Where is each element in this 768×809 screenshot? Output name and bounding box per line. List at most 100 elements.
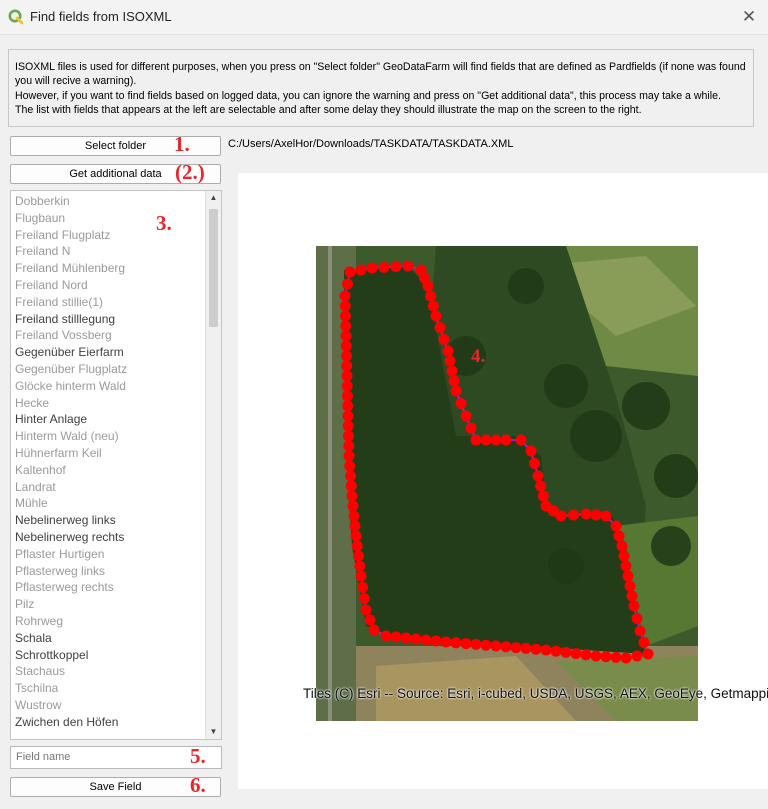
boundary-point [345,470,356,482]
field-list-item[interactable]: Flugbaun [11,210,206,227]
boundary-point [442,345,454,357]
field-list-item[interactable]: Freiland Vossberg [11,327,206,344]
boundary-point [628,600,640,612]
boundary-point [346,490,358,502]
qgis-logo-icon [8,9,24,25]
boundary-point [624,580,636,592]
field-list-item[interactable]: Gegenüber Flugplatz [11,361,206,378]
boundary-point [364,614,376,626]
boundary-point [342,420,354,432]
boundary-point [590,509,602,521]
field-list[interactable]: Dobberkin Flugbaun Freiland Flugplatz Freil… [10,190,222,740]
field-list-item[interactable]: Schala [11,630,206,647]
boundary-point [444,355,456,367]
boundary-point [342,410,354,422]
field-list-item[interactable]: Freiland stilllegung [11,311,206,328]
field-list-item[interactable]: Dobberkin [11,193,206,210]
boundary-point [341,380,353,392]
boundary-point [525,445,537,457]
field-list-item[interactable]: Nebelinerweg rechts [11,529,206,546]
boundary-point [626,590,638,602]
boundary-point [500,641,512,653]
boundary-point [342,278,353,290]
boundary-point [355,570,367,582]
field-list-item[interactable]: Hecke [11,395,206,412]
boundary-point [350,530,362,542]
boundary-point [600,651,612,663]
scroll-down-icon[interactable]: ▼ [206,725,221,739]
boundary-point [349,520,361,532]
scroll-up-icon[interactable]: ▲ [206,191,221,205]
boundary-point [530,643,542,655]
boundary-point [368,624,380,636]
boundary-point [618,550,630,562]
boundary-point [341,360,353,372]
boundary-point [358,593,370,605]
boundary-point [351,540,363,552]
boundary-point [344,266,356,278]
boundary-point [340,340,352,352]
boundary-point [600,510,612,522]
boundary-point [342,400,354,412]
field-list-item[interactable]: Freiland N [11,243,206,260]
info-panel: ISOXML files is used for different purpo… [8,49,754,127]
field-list-item[interactable]: Kaltenhof [11,462,206,479]
boundary-point [465,422,477,434]
boundary-point [341,350,352,362]
boundary-point [535,480,547,492]
boundary-point [446,365,458,377]
boundary-point [425,290,437,302]
window-title: Find fields from ISOXML [30,9,172,24]
boundary-point [480,639,492,651]
boundary-point [540,644,552,656]
boundary-point [470,638,482,650]
field-list-item[interactable]: Hinterm Wald (neu) [11,428,206,445]
field-list-item[interactable]: Hühnerfarm Keil [11,445,206,462]
boundary-point [616,540,628,552]
field-list-item[interactable]: Freiland stillie(1) [11,294,206,311]
marker-6: 6. [190,773,206,797]
boundary-point [422,280,434,292]
field-list-item[interactable]: Gegenüber Eierfarm [11,344,206,361]
boundary-point [631,650,643,662]
boundary-point [345,480,357,492]
boundary-point [360,604,372,616]
boundary-point [430,310,442,322]
field-list-item[interactable]: Freiland Nord [11,277,206,294]
info-line-1: ISOXML files is used for different purpo… [15,61,746,88]
boundary-point [490,640,502,652]
field-list-item[interactable]: Schrottkoppel [11,647,206,664]
boundary-point [340,310,351,322]
field-list-item[interactable]: Pflasterweg rechts [11,579,206,596]
boundary-point [634,625,646,637]
field-list-item[interactable]: Pflaster Hurtigen [11,546,206,563]
scroll-thumb[interactable] [209,209,218,327]
list-scrollbar[interactable]: ▲ ▼ [205,191,221,739]
boundary-point [366,262,378,274]
boundary-point [610,651,622,663]
boundary-point [430,635,442,647]
marker-3: 3. [156,211,172,235]
info-line-2: However, if you want to find fields base… [15,89,721,102]
close-icon[interactable]: ✕ [736,4,762,30]
field-list-item[interactable]: Landrat [11,479,206,496]
field-list-item[interactable]: Zwichen den Höfen [11,714,206,731]
field-list-item[interactable]: Pflasterweg links [11,563,206,580]
field-list-item[interactable]: Glöcke hinterm Wald [11,378,206,395]
boundary-point [353,550,364,562]
boundary-point [500,434,512,446]
field-list-item[interactable]: Tschilna [11,680,206,697]
field-list-item[interactable]: Freiland Mühlenberg [11,260,206,277]
field-list-item[interactable]: Wustrow [11,697,206,714]
field-list-item[interactable]: Nebelinerweg links [11,512,206,529]
boundary-point [550,645,562,657]
field-list-item[interactable]: Rohrweg [11,613,206,630]
field-list-item[interactable]: Hinter Anlage [11,411,206,428]
map-view[interactable]: 4. [316,246,698,721]
field-list-item[interactable]: Freiland Flugplatz [11,227,206,244]
boundary-point [378,261,390,273]
field-list-item[interactable]: Mühle [11,495,206,512]
field-list-item[interactable]: Stachaus [11,663,206,680]
boundary-point [438,333,450,345]
field-list-item[interactable]: Pilz [11,596,206,613]
